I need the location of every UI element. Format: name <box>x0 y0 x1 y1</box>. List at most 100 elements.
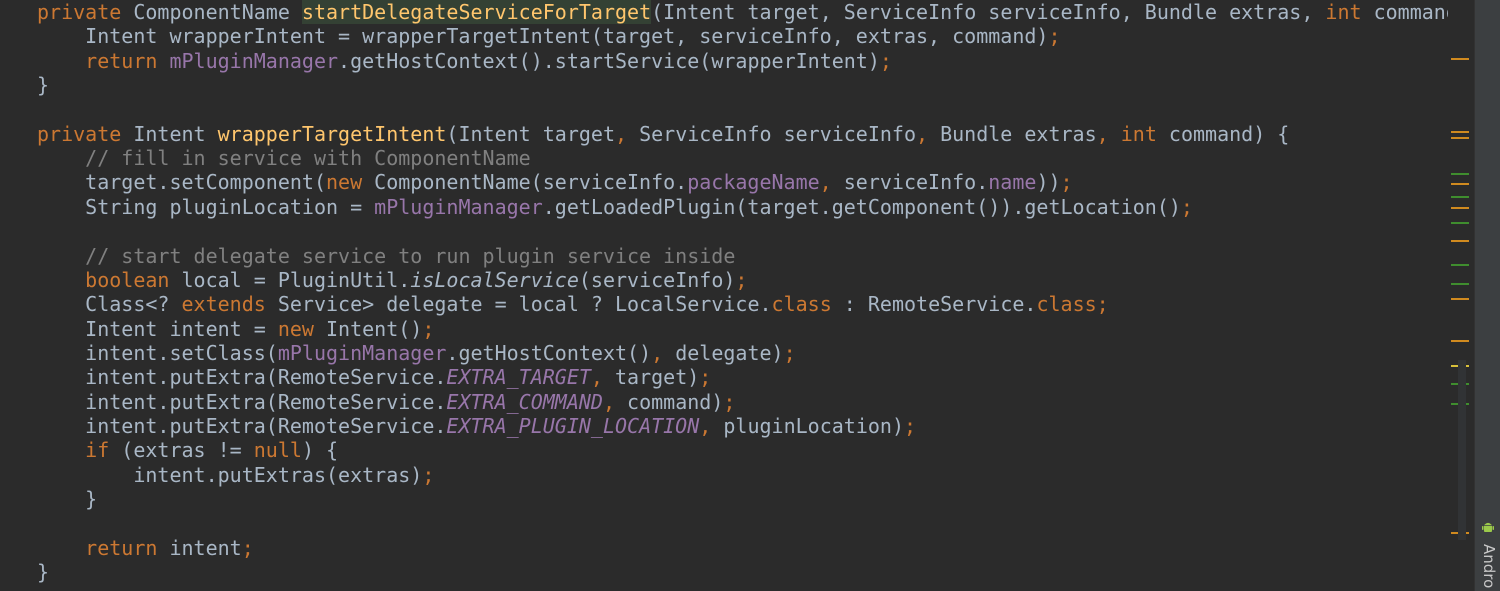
code-line[interactable]: } <box>37 487 97 511</box>
code-line[interactable]: Intent wrapperIntent = wrapperTargetInte… <box>37 24 1060 49</box>
code-token: isLocalService <box>410 267 579 292</box>
change-marker[interactable] <box>1451 196 1469 198</box>
code-token: extends <box>181 292 266 317</box>
code-line[interactable]: private ComponentName startDelegateServi… <box>37 0 1448 24</box>
code-token: , <box>590 365 603 390</box>
code-token: Intent() <box>313 316 423 341</box>
code-token: EXTRA_COMMAND <box>446 389 603 414</box>
code-token: intent <box>157 535 242 560</box>
code-line[interactable]: if (extras != null) { <box>37 438 338 462</box>
code-token: ; <box>241 535 254 560</box>
code-token: intent.putExtra(RemoteService. <box>37 413 447 438</box>
code-token: packageName <box>687 170 820 195</box>
code-token: ) { <box>301 438 339 463</box>
code-line[interactable]: Intent intent = new Intent(); <box>37 317 434 341</box>
code-token: ; <box>735 267 748 292</box>
code-line[interactable]: intent.putExtra(RemoteService.EXTRA_TARG… <box>37 365 711 389</box>
code-token: ; <box>903 413 917 438</box>
code-line[interactable]: // fill in service with ComponentName <box>37 146 531 170</box>
code-token: } <box>37 73 50 98</box>
code-token: (extras != <box>109 438 254 463</box>
code-token: EXTRA_PLUGIN_LOCATION <box>446 413 700 438</box>
code-token: } <box>37 487 98 511</box>
warning-marker[interactable] <box>1451 131 1469 133</box>
code-editor[interactable]: private ComponentName startDelegateServi… <box>0 0 1448 591</box>
change-marker[interactable] <box>1451 283 1469 285</box>
tool-window-strip: Andro <box>1474 0 1500 591</box>
change-marker[interactable] <box>1451 264 1469 266</box>
code-token: serviceInfo. <box>843 170 989 195</box>
code-line[interactable]: boolean local = PluginUtil.isLocalServic… <box>37 268 747 292</box>
change-marker[interactable] <box>1451 173 1469 175</box>
code-line[interactable]: } <box>37 560 49 584</box>
code-token: Service> delegate = local ? LocalService… <box>265 292 772 317</box>
code-token: wrapperTargetIntent <box>217 121 447 146</box>
code-token: mPluginManager <box>169 48 339 73</box>
code-line[interactable]: Class<? extends Service> delegate = loca… <box>37 292 1109 316</box>
code-token: command) { <box>1156 121 1290 146</box>
code-token: // start delegate service to run plugin … <box>85 243 736 268</box>
code-token: local = PluginUtil. <box>169 267 411 292</box>
code-token: command <box>1373 0 1448 24</box>
warning-marker[interactable] <box>1451 58 1469 60</box>
code-token: ; <box>422 316 435 341</box>
code-token: class <box>771 292 832 317</box>
android-tool-window-label[interactable]: Andro <box>1478 544 1498 590</box>
warning-marker[interactable] <box>1451 240 1469 242</box>
code-token: .getHostContext() <box>446 340 652 365</box>
code-line[interactable]: intent.putExtra(RemoteService.EXTRA_PLUG… <box>37 414 916 438</box>
code-line[interactable]: return intent; <box>37 536 254 560</box>
code-token: intent.putExtra(RemoteService. <box>37 365 447 390</box>
code-token: delegate) <box>663 340 784 365</box>
code-token: ; <box>723 389 736 414</box>
code-token: command) <box>615 389 724 414</box>
code-token: ; <box>1180 194 1193 219</box>
code-token: : RemoteService. <box>831 292 1037 317</box>
code-token: Intent intent = <box>37 316 278 341</box>
warning-marker[interactable] <box>1451 137 1469 139</box>
code-line[interactable]: return mPluginManager.getHostContext().s… <box>37 49 892 73</box>
code-token: target) <box>602 365 700 390</box>
warning-marker[interactable] <box>1451 207 1469 209</box>
code-token: )) <box>1036 170 1061 195</box>
code-token: pluginLocation) <box>711 413 904 438</box>
code-line[interactable]: target.setComponent(new ComponentName(se… <box>37 170 1073 195</box>
code-token: target.setComponent( <box>37 170 326 195</box>
code-token: new <box>325 170 363 195</box>
code-line[interactable]: // start delegate service to run plugin … <box>37 244 735 268</box>
code-token: (serviceInfo) <box>578 267 736 292</box>
code-token: ComponentName <box>121 0 302 24</box>
warning-marker[interactable] <box>1451 298 1469 300</box>
code-token: Class<? <box>37 292 182 317</box>
code-token: return <box>85 535 158 560</box>
code-line[interactable]: private Intent wrapperTargetIntent(Inten… <box>37 122 1289 146</box>
code-token: Intent wrapperIntent = wrapperTargetInte… <box>37 24 1049 49</box>
android-icon[interactable] <box>1481 520 1495 534</box>
warning-marker[interactable] <box>1451 340 1469 342</box>
code-token: EXTRA_TARGET <box>446 365 591 390</box>
code-token: int <box>1120 121 1157 146</box>
code-token: intent.putExtra(RemoteService. <box>37 389 447 414</box>
code-line[interactable]: String pluginLocation = mPluginManager.g… <box>37 195 1193 219</box>
code-token: private <box>37 121 122 146</box>
change-marker[interactable] <box>1451 222 1469 224</box>
code-token: ; <box>1096 292 1109 317</box>
scrollbar-track[interactable] <box>1458 360 1466 540</box>
code-line[interactable]: intent.setClass(mPluginManager.getHostCo… <box>37 340 795 365</box>
code-line[interactable]: } <box>37 73 49 97</box>
code-token: intent.setClass( <box>37 340 278 365</box>
code-line[interactable]: intent.putExtra(RemoteService.EXTRA_COMM… <box>37 390 735 414</box>
code-token: , <box>916 121 929 146</box>
code-token: , <box>602 389 615 414</box>
code-token: ; <box>422 462 435 487</box>
warning-marker[interactable] <box>1451 183 1469 185</box>
code-line[interactable]: intent.putExtras(extras); <box>37 463 434 487</box>
code-token: , <box>699 413 712 438</box>
code-token: ServiceInfo serviceInfo <box>627 121 917 146</box>
code-token: private <box>37 0 122 24</box>
code-token: ; <box>1060 170 1073 195</box>
